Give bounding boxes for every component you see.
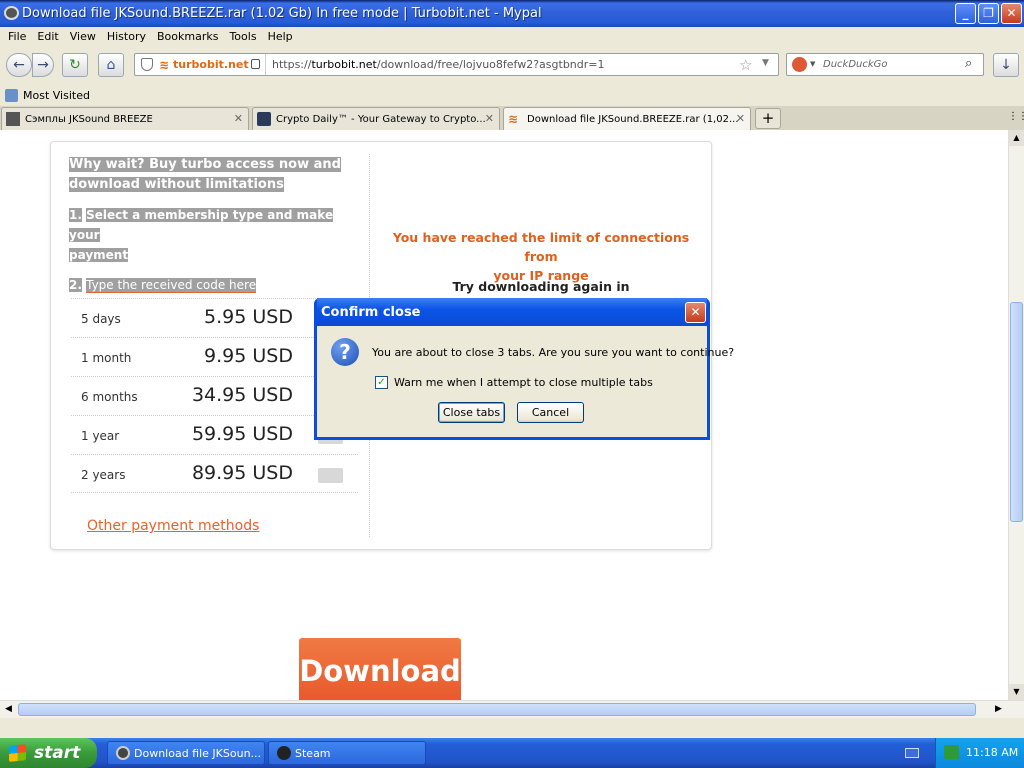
dialog-title: Confirm close (321, 304, 421, 320)
most-visited-icon (5, 88, 18, 102)
vertical-scroll-thumb[interactable] (1010, 302, 1023, 522)
site-identity[interactable]: turbobit.net (173, 58, 249, 71)
close-window-button[interactable]: ✕ (1001, 3, 1022, 24)
menu-file[interactable]: File (8, 30, 26, 43)
forward-arrow-icon: → (37, 57, 49, 73)
tab-favicon: ≋ (508, 112, 519, 126)
reload-icon: ↻ (69, 57, 81, 73)
horizontal-scroll-thumb[interactable] (18, 703, 976, 716)
window-titlebar[interactable]: Download file JKSound.BREEZE.rar (1.02 G… (0, 0, 1024, 27)
navigation-toolbar: ← → ↻ ⌂ ≋ turbobit.net https://turbobit.… (0, 46, 1024, 84)
menu-tools[interactable]: Tools (229, 30, 256, 43)
windows-logo-icon (9, 744, 26, 762)
other-payment-methods-link[interactable]: Other payment methods (87, 518, 259, 534)
horizontal-scrollbar[interactable]: ◀ ▶ (0, 700, 1024, 718)
tab-label: Download file JKSound.BREEZE.rar (1,02..… (527, 113, 739, 125)
chevron-down-icon[interactable]: ▼ (810, 60, 815, 68)
tab-close-icon[interactable]: ✕ (736, 112, 745, 125)
shield-icon[interactable] (141, 58, 153, 71)
url-bar[interactable]: ≋ turbobit.net https://turbobit.net/down… (134, 53, 779, 76)
price-row-2-years[interactable]: 2 years 89.95 USD (71, 454, 358, 493)
tab-favicon (6, 112, 20, 126)
start-button[interactable]: start (0, 738, 97, 768)
tab-turbobit-download[interactable]: ≋ Download file JKSound.BREEZE.rar (1,02… (503, 107, 751, 130)
tab-favicon (257, 112, 271, 126)
tab-crypto-daily[interactable]: Crypto Daily™ - Your Gateway to Crypto..… (252, 107, 500, 130)
dialog-close-button[interactable]: ✕ (685, 302, 706, 323)
lock-icon (251, 59, 260, 69)
download-arrow-icon: ↓ (1000, 57, 1012, 73)
limit-message: You have reached the limit of connection… (392, 230, 690, 283)
minimize-button[interactable]: _ (955, 3, 976, 24)
network-icon[interactable] (944, 745, 959, 759)
scroll-right-arrow-icon[interactable]: ▶ (990, 701, 1007, 718)
browser-icon (116, 746, 130, 760)
step-two: 2. Type the received code here (69, 278, 257, 293)
taskbar-item-browser[interactable]: Download file JKSoun... (107, 741, 265, 765)
scroll-left-arrow-icon[interactable]: ◀ (0, 701, 17, 718)
back-button[interactable]: ← (6, 53, 32, 77)
menu-bookmarks[interactable]: Bookmarks (157, 30, 218, 43)
download-button[interactable]: Download (299, 638, 461, 700)
confirm-close-dialog: Confirm close ✕ ? You are about to close… (314, 298, 734, 440)
tab-strip: Сэмплы JKSound BREEZE ✕ Crypto Daily™ - … (0, 106, 1024, 130)
promo-heading: Why wait? Buy turbo access now and downl… (69, 157, 341, 192)
vertical-scrollbar[interactable]: ▲ ▼ (1008, 130, 1024, 700)
most-visited-label: Most Visited (23, 88, 90, 102)
try-again-text: Try downloading again in (452, 279, 630, 294)
maximize-button[interactable]: ❐ (978, 3, 999, 24)
bookmark-star-icon[interactable]: ☆ (739, 56, 752, 74)
keyboard-icon[interactable] (905, 748, 919, 758)
bookmark-item-most-visited[interactable]: Most Visited (5, 88, 90, 102)
taskbar-item-steam[interactable]: Steam (268, 741, 426, 765)
downloads-button[interactable]: ↓ (993, 53, 1019, 77)
search-bar[interactable]: ▼ DuckDuckGo ⌕ (786, 53, 984, 76)
forward-button[interactable]: → (32, 53, 54, 77)
window-title: Download file JKSound.BREEZE.rar (1.02 G… (22, 6, 542, 21)
scroll-down-arrow-icon[interactable]: ▼ (1009, 684, 1024, 700)
back-arrow-icon: ← (13, 57, 25, 73)
dialog-message: You are about to close 3 tabs. Are you s… (372, 346, 735, 359)
tab-samples[interactable]: Сэмплы JKSound BREEZE ✕ (1, 107, 249, 130)
step-one: 1. Select a membership type and make you… (69, 208, 334, 262)
dialog-titlebar[interactable]: Confirm close ✕ (317, 298, 707, 326)
cancel-button[interactable]: Cancel (517, 402, 584, 423)
tab-close-icon[interactable]: ✕ (234, 112, 243, 125)
question-icon: ? (331, 338, 359, 366)
tab-label: Crypto Daily™ - Your Gateway to Crypto..… (276, 113, 486, 125)
warn-checkbox[interactable]: ✓ (375, 376, 388, 389)
home-icon: ⌂ (106, 57, 116, 73)
reload-button[interactable]: ↻ (62, 53, 88, 77)
menu-edit[interactable]: Edit (37, 30, 58, 43)
credit-card-icon (318, 468, 343, 483)
menu-history[interactable]: History (107, 30, 146, 43)
search-icon[interactable]: ⌕ (965, 56, 972, 71)
list-all-tabs-icon[interactable]: ⋮⋮ (1008, 111, 1024, 122)
new-tab-button[interactable]: + (755, 108, 781, 129)
clock[interactable]: 11:18 AM (966, 746, 1018, 759)
url-dropdown-icon[interactable]: ▼ (762, 58, 769, 68)
home-button[interactable]: ⌂ (98, 53, 124, 77)
menu-bar: File Edit View History Bookmarks Tools H… (0, 27, 1024, 46)
url-text[interactable]: https://turbobit.net/download/free/lojvu… (272, 58, 605, 71)
tab-close-icon[interactable]: ✕ (485, 112, 494, 125)
system-tray: 11:18 AM (935, 738, 1024, 768)
steam-icon (277, 746, 291, 760)
dialog-body: ? You are about to close 3 tabs. Are you… (317, 326, 734, 437)
tab-label: Сэмплы JKSound BREEZE (25, 113, 153, 125)
close-tabs-button[interactable]: Close tabs (438, 402, 505, 423)
url-separator (265, 54, 266, 75)
search-placeholder: DuckDuckGo (823, 59, 888, 70)
warn-checkbox-label[interactable]: Warn me when I attempt to close multiple… (394, 376, 653, 389)
search-engine-icon[interactable] (792, 57, 807, 72)
activation-code-link[interactable]: Type the received code here (86, 278, 257, 293)
scroll-up-arrow-icon[interactable]: ▲ (1009, 130, 1024, 146)
taskbar: start Download file JKSoun... Steam 11:1… (0, 738, 1024, 768)
menu-help[interactable]: Help (268, 30, 293, 43)
site-favicon: ≋ (159, 58, 170, 72)
bookmarks-toolbar: Most Visited (0, 84, 1024, 106)
menu-view[interactable]: View (70, 30, 96, 43)
app-icon (4, 6, 19, 20)
